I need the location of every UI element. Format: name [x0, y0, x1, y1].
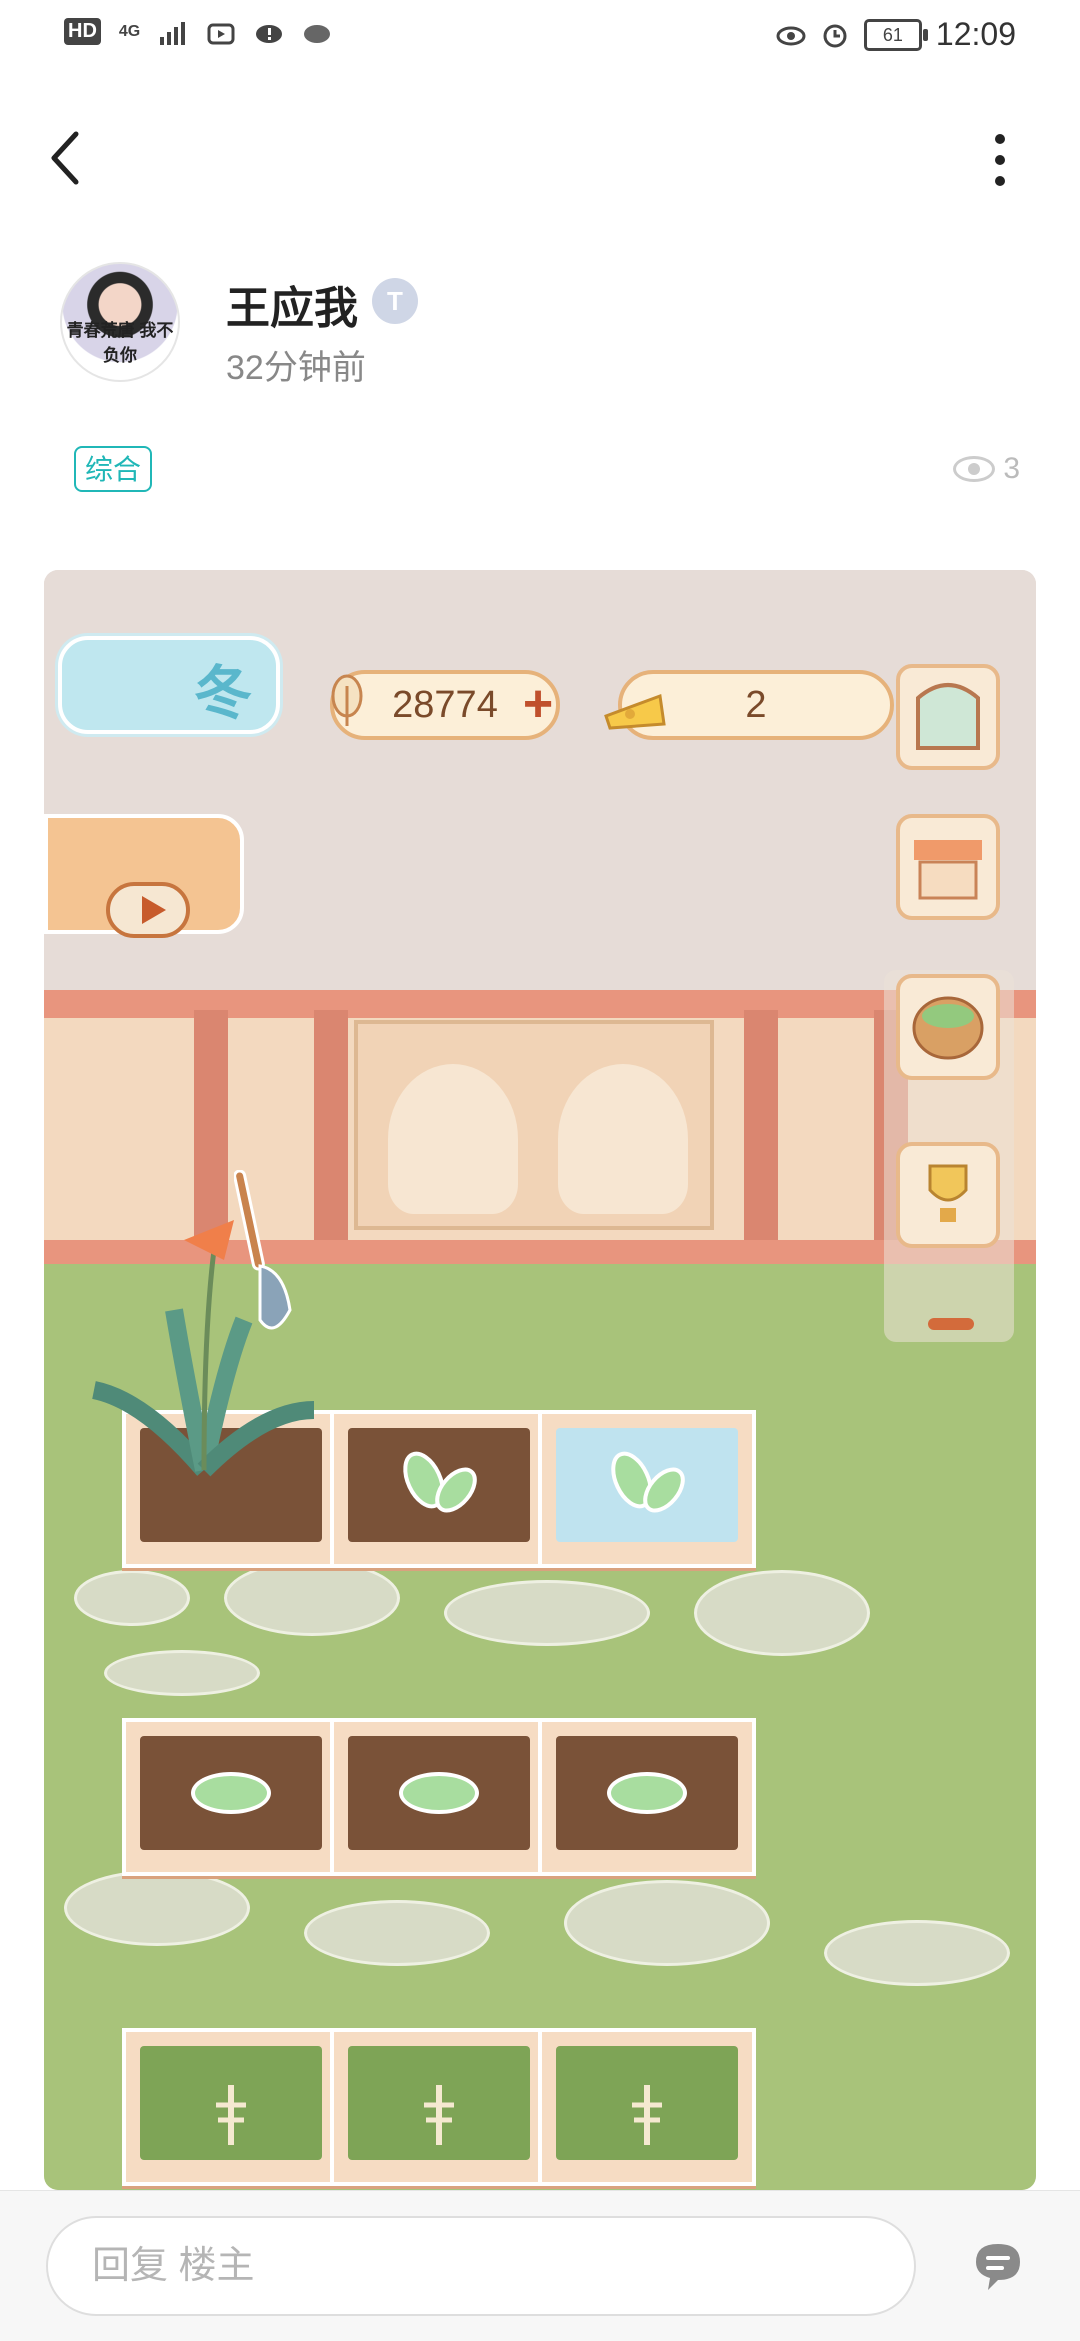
- stepping-stone: [104, 1650, 260, 1696]
- post-image-game-screenshot[interactable]: 冬 28774 + 2: [44, 570, 1036, 2190]
- soil: [348, 1428, 530, 1542]
- post-timestamp: 32分钟前: [226, 349, 366, 387]
- shop-stall-icon: [914, 840, 982, 900]
- stepping-stone: [564, 1880, 770, 1966]
- trophy-icon: [928, 1164, 968, 1222]
- reply-input[interactable]: 回复 楼主: [46, 2216, 916, 2316]
- eye-icon: [953, 456, 996, 482]
- more-options-button[interactable]: [980, 130, 1020, 190]
- status-right: 61 12:09: [776, 16, 1016, 53]
- cloud-alert-icon: [256, 24, 283, 43]
- stepping-stone: [444, 1580, 650, 1646]
- dot-icon: [995, 155, 1005, 165]
- garden-plot-8[interactable]: [330, 2028, 548, 2186]
- fence-post: [194, 1010, 228, 1250]
- seedling-icon: [607, 1772, 687, 1814]
- signal-icon: [160, 21, 186, 45]
- author-level-badge: T: [372, 278, 418, 324]
- author-avatar[interactable]: 青春荒唐 我不负你: [60, 262, 180, 382]
- watered-soil: [556, 1428, 738, 1542]
- bird-of-paradise-plant-icon: [91, 1220, 315, 1477]
- hd-indicator: HD: [64, 18, 101, 45]
- collapse-menu-button[interactable]: [928, 1318, 974, 1330]
- grassy-soil: [556, 2046, 738, 2160]
- season-indicator[interactable]: 冬: [58, 636, 280, 734]
- status-left: HD 4G: [64, 18, 332, 45]
- stepping-stone: [74, 1570, 190, 1626]
- fish-bone-icon: [331, 674, 363, 726]
- stepping-stone: [304, 1900, 490, 1966]
- fence-post: [314, 1010, 348, 1250]
- garden-plot-5[interactable]: [330, 1718, 548, 1876]
- fish-bone-marker-icon: [216, 2085, 246, 2146]
- season-label: 冬: [193, 661, 252, 726]
- cloud-icon: [304, 24, 331, 43]
- game-sliding-door: [354, 1020, 714, 1230]
- stepping-stone: [824, 1920, 1010, 1986]
- garden-plot-7[interactable]: [122, 2028, 340, 2186]
- stepping-stone: [694, 1570, 870, 1656]
- network-indicator: 4G: [118, 22, 141, 40]
- cat-silhouette: [558, 1064, 688, 1214]
- category-tag[interactable]: 综合: [74, 446, 152, 492]
- basket-icon: [912, 996, 984, 1060]
- back-chevron-icon[interactable]: [46, 128, 86, 188]
- soil: [556, 1736, 738, 1850]
- stepping-stone: [224, 1560, 400, 1636]
- garden-plot-3[interactable]: [538, 1410, 756, 1568]
- garden-plot-6[interactable]: [538, 1718, 756, 1876]
- author-name[interactable]: 王应我: [226, 272, 358, 336]
- stepping-stone: [64, 1870, 250, 1946]
- avatar-caption: 青春荒唐 我不负你: [66, 321, 174, 365]
- eye-comfort-icon: [776, 26, 806, 45]
- view-count: 3: [953, 452, 1020, 486]
- trophy-button[interactable]: [896, 1142, 1000, 1248]
- watch-video-card[interactable]: [44, 814, 244, 938]
- sprout-leaves-icon: [611, 1451, 685, 1513]
- mouse-silhouette: [388, 1064, 518, 1214]
- view-count-value: 3: [1003, 452, 1020, 485]
- battery-indicator: 61: [863, 18, 928, 51]
- sprout-leaves-icon: [403, 1451, 477, 1513]
- grassy-soil: [348, 2046, 530, 2160]
- add-fish-plus-icon[interactable]: +: [516, 678, 560, 730]
- basket-button[interactable]: [896, 974, 1000, 1080]
- garden-plot-9[interactable]: [538, 2028, 756, 2186]
- soil: [140, 1736, 322, 1850]
- seedling-icon: [191, 1772, 271, 1814]
- alarm-icon: [823, 24, 847, 47]
- fence-post: [744, 1010, 778, 1250]
- garden-plot-2[interactable]: [330, 1410, 548, 1568]
- tv-icon: [207, 23, 235, 44]
- status-bar: HD 4G 61 12:09: [0, 0, 1080, 76]
- garden-plot-4[interactable]: [122, 1718, 340, 1876]
- fish-bone-marker-icon: [632, 2085, 662, 2146]
- dot-icon: [995, 176, 1005, 186]
- clock: 12:09: [935, 16, 1016, 52]
- cheese-count: 2: [745, 683, 767, 726]
- play-icon[interactable]: [106, 882, 190, 938]
- soil: [348, 1736, 530, 1850]
- fish-count: 28774: [392, 683, 498, 726]
- fish-bone-marker-icon: [424, 2085, 454, 2146]
- shop-stall-button[interactable]: [896, 814, 1000, 920]
- comment-bubble-icon[interactable]: [970, 2238, 1026, 2294]
- dot-icon: [995, 134, 1005, 144]
- grassy-soil: [140, 2046, 322, 2160]
- window-icon: [916, 683, 980, 750]
- cheese-icon: [604, 693, 666, 730]
- seedling-icon: [399, 1772, 479, 1814]
- window-scene-button[interactable]: [896, 664, 1000, 770]
